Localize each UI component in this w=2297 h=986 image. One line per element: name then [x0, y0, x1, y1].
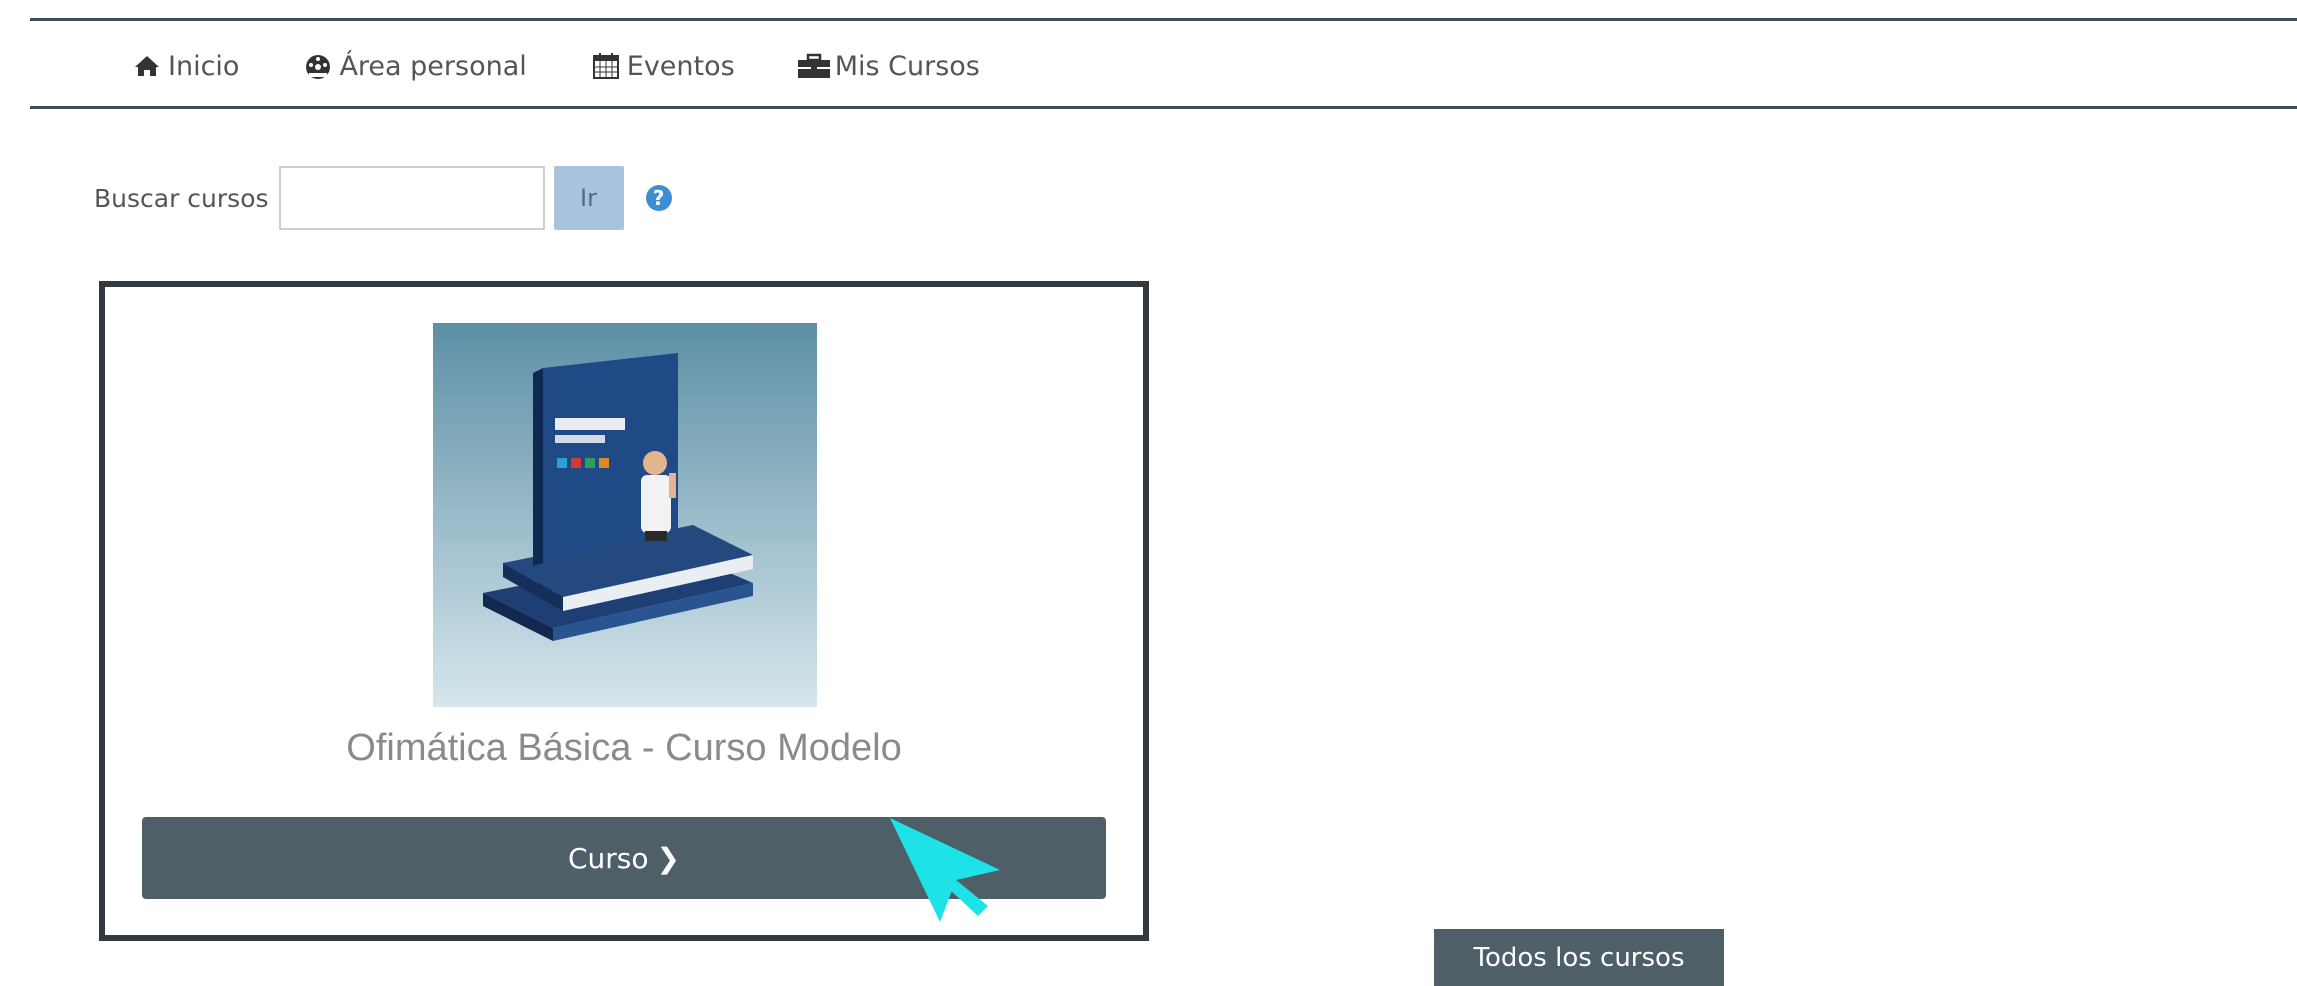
nav-bottom-border [30, 106, 2297, 109]
nav-item-area-personal[interactable]: Área personal [301, 50, 527, 82]
page: Inicio Área personal Eventos Mis Cursos … [0, 0, 2297, 986]
home-icon [130, 51, 164, 81]
dashboard-icon [301, 51, 335, 81]
all-courses-button[interactable]: Todos los cursos [1434, 929, 1724, 986]
course-image[interactable] [433, 323, 817, 707]
briefcase-icon [797, 51, 831, 81]
course-title[interactable]: Ofimática Básica - Curso Modelo [105, 727, 1143, 770]
nav-item-mis-cursos[interactable]: Mis Cursos [797, 51, 980, 82]
search-go-button[interactable]: Ir [553, 166, 624, 230]
nav-top-border [30, 18, 2297, 21]
nav-item-label: Eventos [626, 50, 735, 82]
nav-item-label: Área personal [339, 50, 527, 82]
cursor-arrow-icon [890, 818, 1000, 922]
nav-item-inicio[interactable]: Inicio [130, 51, 239, 82]
search-label: Buscar cursos [94, 183, 269, 213]
course-button-label: Curso [568, 841, 649, 875]
search-input[interactable] [278, 166, 545, 230]
chevron-right-icon: ❯ [656, 841, 680, 875]
main-navbar: Inicio Área personal Eventos Mis Cursos [130, 44, 1042, 88]
nav-item-label: Inicio [168, 50, 240, 82]
course-search: Buscar cursos Ir ? [94, 166, 672, 230]
book-stack-illustration [483, 353, 753, 641]
help-icon[interactable]: ? [645, 185, 672, 211]
calendar-icon [589, 51, 623, 81]
nav-item-label: Mis Cursos [834, 50, 980, 82]
nav-item-eventos[interactable]: Eventos [589, 51, 735, 82]
